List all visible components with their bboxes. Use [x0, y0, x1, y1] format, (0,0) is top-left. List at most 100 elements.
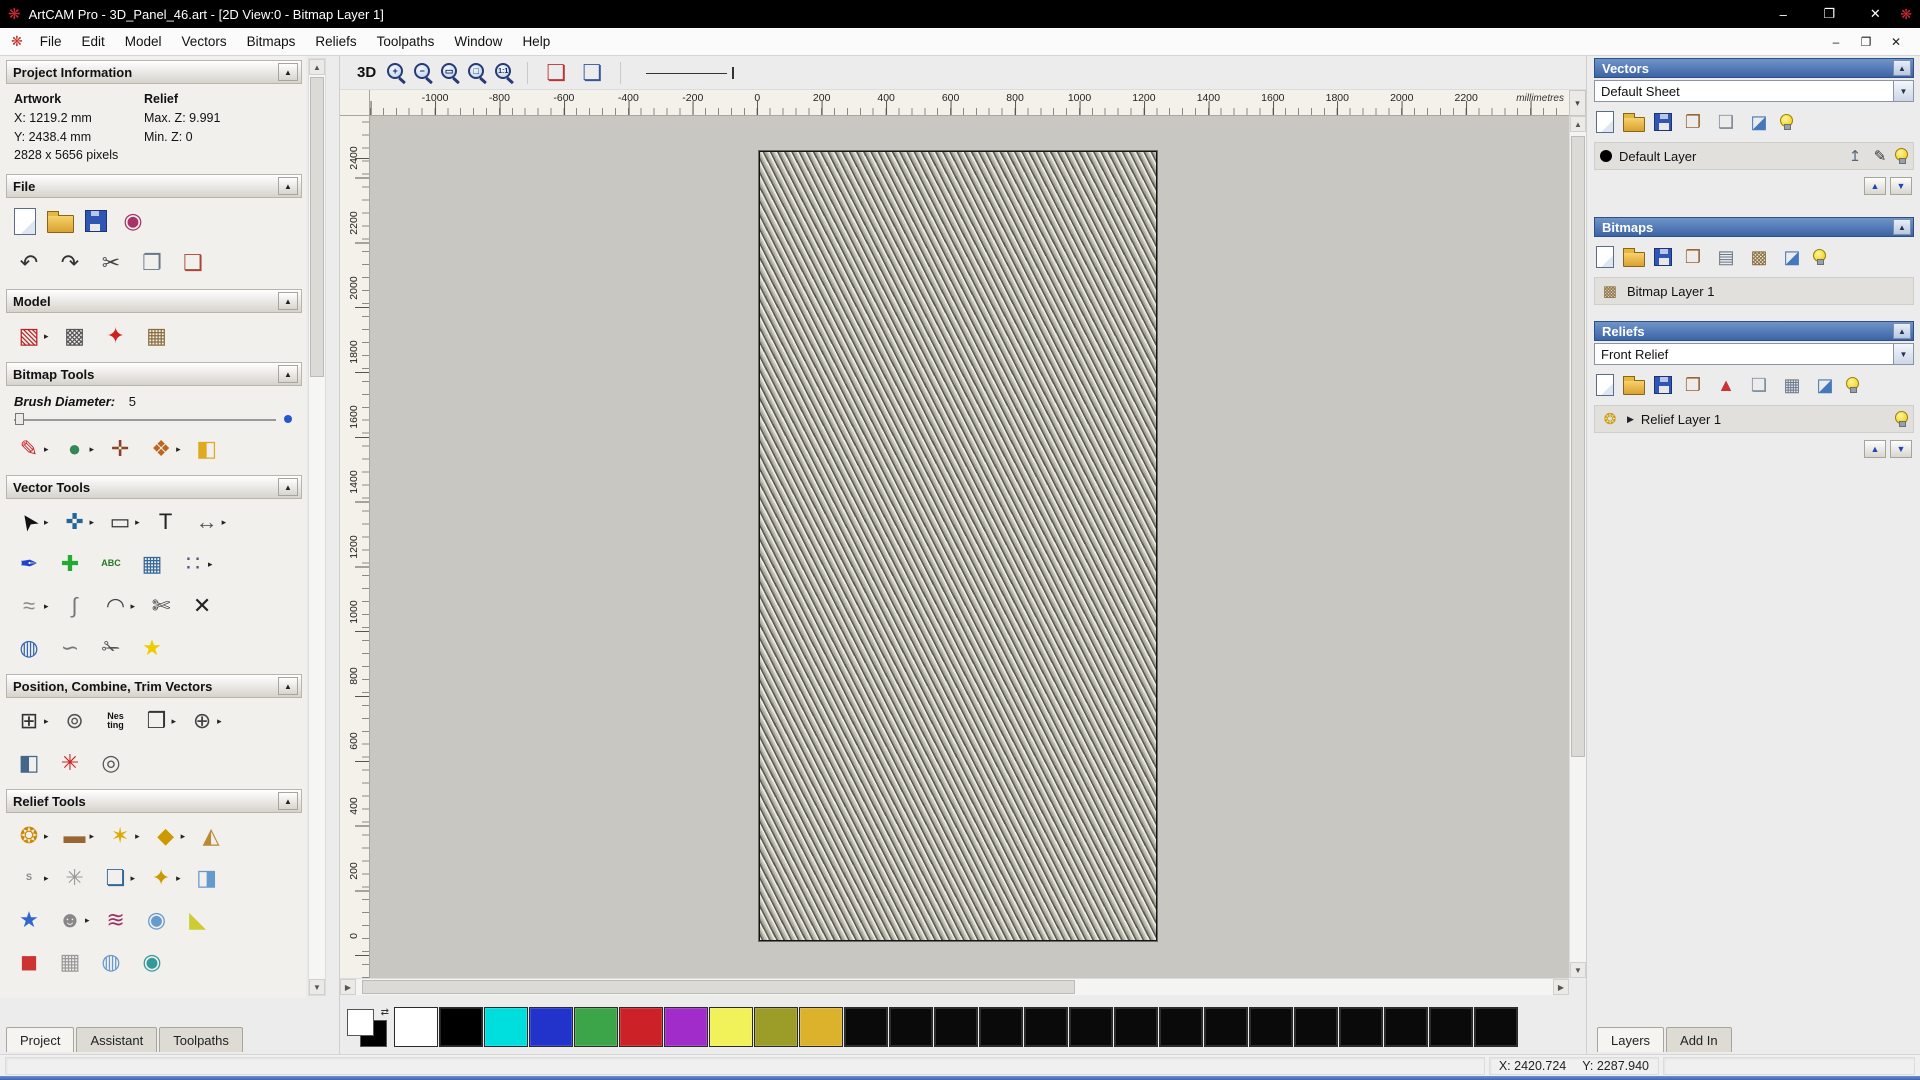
colour-picker-icon[interactable]: ✛ [105, 434, 135, 464]
flyout-arrow-icon[interactable]: ▸ [131, 601, 136, 612]
copy-along-curve-icon[interactable]: ✳ [55, 748, 85, 778]
bitmap-layer-label[interactable]: Bitmap Layer 1 [1627, 284, 1908, 299]
align-vectors-icon[interactable]: ⊞ [14, 706, 44, 736]
copy-icon[interactable]: ❐ [137, 248, 167, 278]
extrude-relief-icon[interactable]: ◣ [183, 905, 213, 935]
tab-toolpaths[interactable]: Toolpaths [159, 1027, 243, 1052]
canvas-horizontal-scrollbar[interactable]: ▶ ▶ [340, 978, 1569, 995]
load-bitmap-icon[interactable]: ▦ [142, 321, 172, 351]
new-vector-layer-icon[interactable] [1596, 111, 1614, 133]
create-arc-icon[interactable]: ◠ [101, 591, 131, 621]
save-bitmap-layer-icon[interactable] [1654, 248, 1672, 266]
smooth-relief-icon[interactable]: S [14, 863, 44, 893]
relief-grid-icon[interactable]: ▦ [1780, 373, 1804, 397]
collapse-icon[interactable]: ▲ [278, 177, 298, 195]
palette-swatch[interactable] [754, 1007, 798, 1047]
move-layer-down-button[interactable]: ▼ [1890, 440, 1912, 458]
bitmap-palette-icon[interactable]: ❖ [146, 434, 176, 464]
collapse-icon[interactable]: ▲ [278, 478, 298, 496]
tab-add-in[interactable]: Add In [1666, 1027, 1732, 1052]
relief-layer-visibility-icon[interactable] [1895, 411, 1908, 424]
palette-swatch[interactable] [1249, 1007, 1293, 1047]
palette-swatch[interactable] [1294, 1007, 1338, 1047]
nesting-icon[interactable]: Nes ting [101, 706, 131, 736]
scroll-up-icon[interactable]: ▲ [309, 59, 325, 75]
collapse-icon[interactable]: ▲ [278, 677, 298, 695]
view-3d-button[interactable]: 3D [354, 63, 379, 82]
face-wizard-icon[interactable]: ☻ [55, 905, 85, 935]
scrollbar-thumb[interactable] [310, 77, 324, 377]
envelope-relief-icon[interactable]: ◨ [192, 863, 222, 893]
edit-vector-layer-icon[interactable]: ✎ [1870, 146, 1890, 166]
section-header-model[interactable]: Model ▲ [6, 289, 302, 313]
section-header-vector-tools[interactable]: Vector Tools ▲ [6, 475, 302, 499]
collapse-icon[interactable]: ▲ [1893, 323, 1911, 339]
transform-vectors-icon[interactable]: ✜ [60, 507, 90, 537]
flyout-arrow-icon[interactable]: ▸ [44, 716, 49, 727]
open-relief-layer-icon[interactable] [1623, 380, 1645, 395]
bitmap-levels-icon[interactable]: ▤ [1714, 245, 1738, 269]
close-button[interactable]: ✕ [1852, 0, 1898, 28]
trim-vectors-icon[interactable]: ✄ [146, 591, 176, 621]
section-header-position-combine[interactable]: Position, Combine, Trim Vectors ▲ [6, 674, 302, 698]
mdi-minimize-button[interactable]: – [1824, 32, 1848, 52]
new-bitmap-layer-icon[interactable] [1596, 246, 1614, 268]
vector-layer-visibility-icon[interactable] [1895, 148, 1908, 161]
palette-swatch[interactable] [619, 1007, 663, 1047]
flyout-arrow-icon[interactable]: ▸ [131, 873, 136, 884]
slider-handle[interactable] [15, 413, 24, 425]
palette-swatch[interactable] [664, 1007, 708, 1047]
save-vector-layer-icon[interactable] [1654, 113, 1672, 131]
model-artwork-panel[interactable] [759, 151, 1157, 941]
palette-swatch[interactable] [394, 1007, 438, 1047]
scroll-down-icon[interactable]: ▼ [309, 979, 325, 995]
flyout-arrow-icon[interactable]: ▸ [222, 517, 227, 528]
toggle-page-red-icon[interactable]: ❏ [541, 58, 571, 88]
zoom-out-icon[interactable]: − [414, 63, 433, 82]
open-vector-layer-icon[interactable] [1623, 117, 1645, 132]
zoom-box-icon[interactable]: ▭ [441, 63, 460, 82]
group-vectors-icon[interactable]: ❒ [142, 706, 172, 736]
scroll-up-icon[interactable]: ▲ [1570, 116, 1586, 132]
left-panel-scrollbar[interactable]: ▲ ▼ [308, 58, 326, 996]
snap-points-icon[interactable]: ∷ [178, 549, 208, 579]
texture-relief-icon[interactable]: ✶ [105, 821, 135, 851]
adjust-model-icon[interactable]: ▩ [60, 321, 90, 351]
copy-vectors-icon[interactable]: ❑ [1714, 110, 1738, 134]
copy-relief-icon[interactable]: ❑ [1747, 373, 1771, 397]
open-bitmap-layer-icon[interactable] [1623, 252, 1645, 267]
flyout-arrow-icon[interactable]: ▸ [44, 831, 49, 842]
collapse-icon[interactable]: ▲ [278, 365, 298, 383]
isoform-relief-icon[interactable]: ◍ [96, 947, 126, 977]
palette-swatch[interactable] [1024, 1007, 1068, 1047]
create-polyline-icon[interactable]: ✒ [14, 549, 44, 579]
create-cross-icon[interactable]: ✚ [55, 549, 85, 579]
relief-select[interactable]: Front Relief ▼ [1594, 343, 1914, 365]
mdi-restore-button[interactable]: ❐ [1854, 32, 1878, 52]
maximize-button[interactable]: ❐ [1806, 0, 1852, 28]
weld-vectors-icon[interactable]: ⊕ [187, 706, 217, 736]
delete-relief-layer-icon[interactable]: ◪ [1813, 373, 1837, 397]
redo-icon[interactable]: ↷ [55, 248, 85, 278]
flyout-arrow-icon[interactable]: ▸ [44, 601, 49, 612]
palette-swatch[interactable] [439, 1007, 483, 1047]
palette-swatch[interactable] [934, 1007, 978, 1047]
chevron-down-icon[interactable]: ▼ [1893, 81, 1913, 101]
slider-track[interactable] [14, 419, 276, 421]
section-header-file[interactable]: File ▲ [6, 174, 302, 198]
star-relief-icon[interactable]: ★ [14, 905, 44, 935]
flyout-arrow-icon[interactable]: ▸ [90, 517, 95, 528]
flood-fill-icon[interactable]: ◧ [192, 434, 222, 464]
menu-bitmaps[interactable]: Bitmaps [237, 34, 306, 49]
fit-curve-icon[interactable]: ∫ [60, 591, 90, 621]
move-layer-down-button[interactable]: ▼ [1890, 177, 1912, 195]
angled-plane-icon[interactable]: ◭ [196, 821, 226, 851]
merge-vector-layer-icon[interactable]: ↥ [1845, 146, 1865, 166]
undo-icon[interactable]: ↶ [14, 248, 44, 278]
delete-vector-layer-icon[interactable]: ◪ [1747, 110, 1771, 134]
palette-swatch[interactable] [979, 1007, 1023, 1047]
import-bitmap-icon[interactable]: ❐ [1681, 245, 1705, 269]
collapse-icon[interactable]: ▲ [1893, 219, 1911, 235]
menu-reliefs[interactable]: Reliefs [305, 34, 366, 49]
toggle-page-blue-icon[interactable]: ❏ [577, 58, 607, 88]
